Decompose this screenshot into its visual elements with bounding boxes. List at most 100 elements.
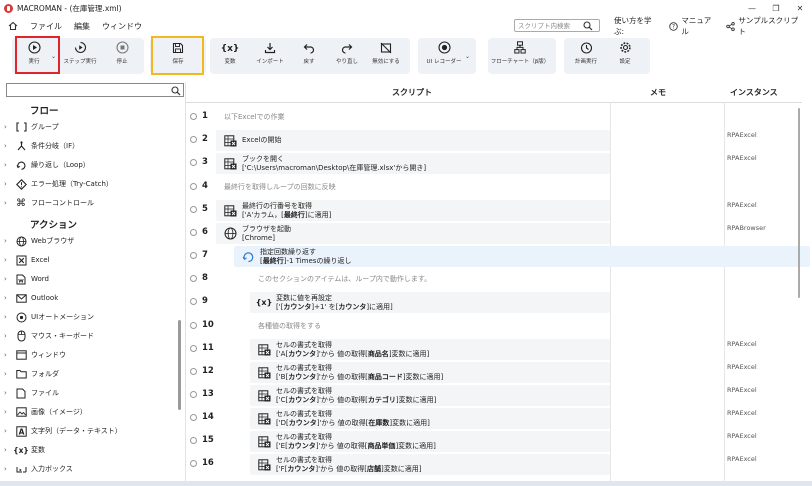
action-block[interactable]: セルの書式を取得 ['E[カウンタ]'から 値の取得[商品単価]変数に適用] bbox=[250, 431, 610, 452]
minimize-button[interactable]: — bbox=[740, 0, 764, 16]
breakpoint-circle-icon[interactable] bbox=[190, 112, 197, 120]
breakpoint-circle-icon[interactable] bbox=[190, 321, 197, 329]
home-icon[interactable] bbox=[8, 21, 18, 31]
sample-scripts-link[interactable]: サンプルスクリプト bbox=[726, 15, 802, 37]
loop-block[interactable]: 指定回数繰り返す [最終行]-1 Timesの繰り返し bbox=[234, 246, 810, 267]
sidebar-item-if[interactable]: › 条件分岐（IF） bbox=[4, 137, 79, 155]
redo-button[interactable]: やり直し bbox=[327, 38, 367, 72]
script-row[interactable]: 11 セルの書式を取得 ['A[カウンタ]'から 値の取得[商品名]変数に適用] RP… bbox=[186, 338, 792, 361]
menu-edit[interactable]: 編集 bbox=[74, 21, 90, 32]
script-row[interactable]: 2 Excelの開始 RPAExcel bbox=[186, 129, 792, 152]
sidebar-scroll-thumb[interactable] bbox=[178, 320, 181, 410]
script-scroll-thumb[interactable] bbox=[798, 108, 800, 298]
breakpoint-circle-icon[interactable] bbox=[190, 413, 197, 421]
sidebar-search-input[interactable] bbox=[6, 83, 184, 97]
disable-button[interactable]: 無効にする bbox=[366, 38, 406, 72]
script-row[interactable]: 1 以下Excelでの作業 bbox=[186, 106, 792, 129]
undo-button[interactable]: 戻す bbox=[289, 38, 329, 72]
action-block[interactable]: ブラウザを起動 [Chrome] bbox=[216, 223, 610, 244]
script-row[interactable]: 8 このセクションのアイテムは、ループ内で動作します。 bbox=[186, 268, 792, 291]
action-block[interactable]: {x} 変数に値を再設定 ['[カウンタ]+1' を[カウンタ]に適用] bbox=[250, 292, 610, 313]
action-block[interactable]: セルの書式を取得 ['D[カウンタ]'から 値の取得[在庫数]変数に適用] bbox=[250, 408, 610, 429]
breakpoint-circle-icon[interactable] bbox=[190, 274, 197, 282]
script-row[interactable]: 10 各種値の取得をする bbox=[186, 315, 792, 338]
ui-recorder-button[interactable]: UI レコーダー bbox=[424, 38, 464, 72]
manual-link[interactable]: ? マニュアル bbox=[669, 15, 716, 37]
action-block[interactable]: ブックを開く ['C:\Users\macroman\Desktop\在庫管理.x… bbox=[216, 153, 610, 174]
action-params: [最終行]-1 Timesの繰り返し bbox=[260, 257, 351, 266]
breakpoint-circle-icon[interactable] bbox=[190, 251, 197, 259]
breakpoint-circle-icon[interactable] bbox=[190, 344, 197, 352]
sidebar-item-label: 入力ボックス bbox=[31, 465, 73, 473]
variables-button[interactable]: {x} 変数 bbox=[210, 38, 250, 72]
chevron-right-icon: › bbox=[4, 351, 7, 359]
sidebar-item-outlook[interactable]: › Outlook bbox=[4, 289, 58, 307]
breakpoint-circle-icon[interactable] bbox=[190, 459, 197, 467]
action-block[interactable]: 最終行の行番号を取得 ['A'カラム，[最終行]に適用] bbox=[216, 200, 610, 221]
menu-window[interactable]: ウィンドウ bbox=[102, 21, 142, 32]
search-icon[interactable] bbox=[583, 20, 593, 31]
sidebar-item-window[interactable]: › ウィンドウ bbox=[4, 346, 66, 364]
script-row[interactable]: 6 ブラウザを起動 [Chrome] RPABrowser bbox=[186, 222, 792, 245]
action-block[interactable]: セルの書式を取得 ['B[カウンタ]'から 値の取得[商品コード]変数に適用] bbox=[250, 362, 610, 383]
script-row[interactable]: 7 指定回数繰り返す [最終行]-1 Timesの繰り返し bbox=[186, 245, 810, 268]
action-block[interactable]: Excelの開始 bbox=[216, 130, 610, 151]
sidebar-item-flow-control[interactable]: › ⌘ フローコントロール bbox=[4, 194, 94, 212]
script-row[interactable]: 4 最終行を取得しループの回数に反映 bbox=[186, 176, 792, 199]
breakpoint-circle-icon[interactable] bbox=[190, 205, 197, 213]
stop-button[interactable]: 停止 bbox=[102, 38, 142, 72]
action-block[interactable]: セルの書式を取得 ['F[カウンタ]'から 値の取得[店舗]変数に適用] bbox=[250, 454, 610, 475]
script-scrollbar[interactable] bbox=[797, 102, 802, 486]
save-highlight-frame bbox=[151, 36, 204, 75]
script-row[interactable]: 15 セルの書式を取得 ['E[カウンタ]'から 値の取得[商品単価]変数に適用] R… bbox=[186, 430, 792, 453]
title-bar: MACROMAN - (在庫管理.xml) — ❐ ✕ bbox=[0, 0, 812, 16]
action-block[interactable]: セルの書式を取得 ['C[カウンタ]'から 値の取得[カテゴリ]変数に適用] bbox=[250, 385, 610, 406]
sidebar-item-loop[interactable]: › 繰り返し（Loop） bbox=[4, 156, 90, 174]
row-number-label: 4 bbox=[202, 181, 208, 191]
action-params: ['F[カウンタ]'から 値の取得[店舗]変数に適用] bbox=[276, 465, 422, 474]
param-text: ]に適用] bbox=[366, 302, 393, 311]
sidebar-item-try-catch[interactable]: › エラー処理（Try-Catch） bbox=[4, 175, 113, 193]
script-search-input[interactable] bbox=[515, 21, 583, 30]
breakpoint-circle-icon[interactable] bbox=[190, 390, 197, 398]
breakpoint-circle-icon[interactable] bbox=[190, 367, 197, 375]
maximize-button[interactable]: ❐ bbox=[764, 0, 788, 16]
breakpoint-circle-icon[interactable] bbox=[190, 228, 197, 236]
breakpoint-circle-icon[interactable] bbox=[190, 436, 197, 444]
settings-button[interactable]: 設定 bbox=[605, 38, 645, 72]
sidebar-item-image[interactable]: › 画像（イメージ） bbox=[4, 403, 87, 421]
sidebar-item-folder[interactable]: › フォルダ bbox=[4, 365, 59, 383]
step-run-button[interactable]: ステップ実行 bbox=[60, 38, 100, 72]
breakpoint-circle-icon[interactable] bbox=[190, 297, 197, 305]
import-button[interactable]: インポート bbox=[250, 38, 290, 72]
sidebar-item-word[interactable]: › Word bbox=[4, 270, 49, 288]
sidebar-item-input-box[interactable]: › 入力ボックス bbox=[4, 460, 73, 478]
sidebar-item-string[interactable]: › A 文字列（データ・テキスト） bbox=[4, 422, 122, 440]
script-row[interactable]: 9 {x} 変数に値を再設定 ['[カウンタ]+1' を[カウンタ]に適用] bbox=[186, 291, 792, 314]
sidebar-scrollbar[interactable] bbox=[178, 100, 182, 486]
schedule-button[interactable]: 計画実行 bbox=[566, 38, 606, 72]
sidebar-item-file[interactable]: › ファイル bbox=[4, 384, 59, 402]
flowchart-button[interactable]: フローチャート（β版） bbox=[491, 38, 549, 72]
script-row[interactable]: 13 セルの書式を取得 ['C[カウンタ]'から 値の取得[カテゴリ]変数に適用] R… bbox=[186, 384, 792, 407]
breakpoint-circle-icon[interactable] bbox=[190, 158, 197, 166]
script-row[interactable]: 5 最終行の行番号を取得 ['A'カラム，[最終行]に適用] RPAExcel bbox=[186, 199, 792, 222]
sidebar-item-excel[interactable]: › Excel bbox=[4, 251, 50, 269]
recorder-dropdown-chevron-icon[interactable]: ⌄ bbox=[465, 53, 470, 60]
sidebar-item-group[interactable]: › グループ bbox=[4, 118, 59, 136]
sidebar-item-mouse-keyboard[interactable]: › マウス・キーボード bbox=[4, 327, 94, 345]
action-block[interactable]: セルの書式を取得 ['A[カウンタ]'から 値の取得[商品名]変数に適用] bbox=[250, 339, 610, 360]
script-row[interactable]: 12 セルの書式を取得 ['B[カウンタ]'から 値の取得[商品コード]変数に適用]… bbox=[186, 361, 792, 384]
breakpoint-circle-icon[interactable] bbox=[190, 135, 197, 143]
script-row[interactable]: 3 ブックを開く ['C:\Users\macroman\Desktop\在庫管理.… bbox=[186, 152, 792, 175]
sidebar-item-variables[interactable]: › {x} 変数 bbox=[4, 441, 45, 459]
menu-file[interactable]: ファイル bbox=[30, 21, 62, 32]
sidebar-item-ui-automation[interactable]: › UIオートメーション bbox=[4, 308, 94, 326]
sidebar-item-web-browser[interactable]: › Webブラウザ bbox=[4, 232, 74, 250]
breakpoint-circle-icon[interactable] bbox=[190, 182, 197, 190]
close-button[interactable]: ✕ bbox=[788, 0, 812, 16]
script-row[interactable]: 14 セルの書式を取得 ['D[カウンタ]'から 値の取得[在庫数]変数に適用] RP… bbox=[186, 407, 792, 430]
script-row[interactable]: 16 セルの書式を取得 ['F[カウンタ]'から 値の取得[店舗]変数に適用] RPA… bbox=[186, 453, 792, 476]
svg-text:A: A bbox=[18, 427, 24, 436]
search-icon[interactable] bbox=[171, 86, 181, 96]
